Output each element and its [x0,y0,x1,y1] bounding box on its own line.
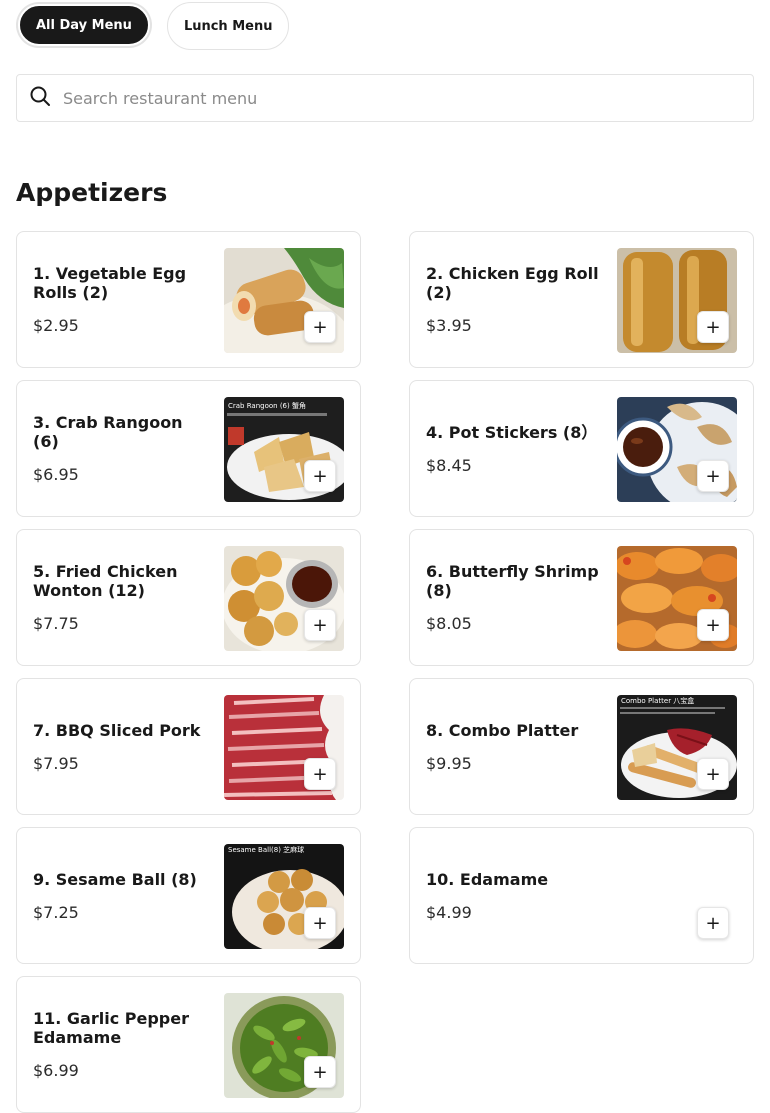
menu-item-card[interactable]: 10. Edamame $4.99 + [409,827,754,964]
menu-item-price: $2.95 [33,316,79,335]
menu-item-info: 2. Chicken Egg Roll (2) $3.95 [426,232,601,367]
menu-item-card[interactable]: 4. Pot Stickers (8） $8.45 + [409,380,754,517]
menu-item-name: 2. Chicken Egg Roll (2) [426,264,599,302]
menu-item-info: 9. Sesame Ball (8) $7.25 [33,828,208,963]
menu-item-price: $7.75 [33,614,79,633]
menu-item-image: + [224,546,344,651]
add-item-button[interactable]: + [304,609,336,641]
menu-item-name: 7. BBQ Sliced Pork [33,720,201,740]
menu-item-name: 1. Vegetable Egg Rolls (2) [33,264,187,302]
menu-item-name: 6. Butterfly Shrimp (8) [426,562,599,600]
image-caption: Sesame Ball(8) 芝麻球 [228,845,304,854]
menu-item-card[interactable]: 11. Garlic Pepper Edamame $6.99 + [16,976,361,1113]
menu-tabs: All Day Menu Lunch Menu [16,2,290,50]
menu-item-card[interactable]: 3. Crab Rangoon (6) $6.95 Crab Rangoon (… [16,380,361,517]
add-item-button[interactable]: + [304,1056,336,1088]
menu-item-info: 7. BBQ Sliced Pork $7.95 [33,679,208,814]
menu-item-card[interactable]: 6. Butterfly Shrimp (8) $8.05 + [409,529,754,666]
menu-item-name: 9. Sesame Ball (8) [33,869,197,889]
menu-item-image: + [617,546,737,651]
menu-item-info: 6. Butterfly Shrimp (8) $8.05 [426,530,601,665]
menu-item-card[interactable]: 9. Sesame Ball (8) $7.25 Sesame Ball(8) … [16,827,361,964]
tab-all-day-menu[interactable]: All Day Menu [18,4,150,46]
menu-item-info: 8. Combo Platter $9.95 [426,679,601,814]
menu-item-info: 5. Fried Chicken Wonton (12) $7.75 [33,530,208,665]
add-item-button[interactable]: + [697,609,729,641]
image-caption: Crab Rangoon (6) 蟹角 [228,401,306,410]
menu-item-price: $7.95 [33,753,79,773]
add-item-button[interactable]: + [697,311,729,343]
add-item-button[interactable]: + [697,460,729,492]
menu-item-card[interactable]: 2. Chicken Egg Roll (2) $3.95 + [409,231,754,368]
add-item-button[interactable]: + [304,460,336,492]
menu-item-image: + [617,397,737,502]
add-item-button[interactable]: + [304,311,336,343]
menu-item-card[interactable]: 7. BBQ Sliced Pork $7.95 + [16,678,361,815]
add-item-button[interactable]: + [304,758,336,790]
menu-item-price: $8.05 [426,614,472,633]
menu-item-price: $8.45 [426,455,472,475]
image-caption: Combo Platter 八宝盒 [621,696,694,705]
menu-item-image: Crab Rangoon (6) 蟹角 + [224,397,344,502]
add-item-button[interactable]: + [304,907,336,939]
menu-item-card[interactable]: 8. Combo Platter $9.95 Combo Platter 八宝盒… [409,678,754,815]
menu-item-info: 3. Crab Rangoon (6) $6.95 [33,381,208,516]
menu-item-image: Sesame Ball(8) 芝麻球 + [224,844,344,949]
menu-item-price: $6.95 [33,465,79,484]
menu-item-name: 4. Pot Stickers (8） [426,422,598,442]
add-item-button[interactable]: + [697,758,729,790]
menu-item-image: + [617,248,737,353]
tab-lunch-menu[interactable]: Lunch Menu [166,2,290,50]
menu-item-info: 1. Vegetable Egg Rolls (2) $2.95 [33,232,208,367]
menu-item-name: 8. Combo Platter [426,720,579,740]
menu-item-price: $4.99 [426,902,472,922]
section-title-appetizers: Appetizers [16,178,168,207]
menu-item-price: $3.95 [426,316,472,335]
search-icon [29,85,51,111]
search-bar [16,74,754,122]
menu-item-card[interactable]: 1. Vegetable Egg Rolls (2) $2.95 + [16,231,361,368]
menu-item-name: 5. Fried Chicken Wonton (12) [33,562,178,600]
menu-item-name: 11. Garlic Pepper Edamame [33,1009,189,1047]
search-input[interactable] [61,87,705,109]
menu-item-price: $9.95 [426,753,472,773]
menu-item-name: 10. Edamame [426,869,549,889]
menu-item-price: $6.99 [33,1061,79,1080]
menu-item-image: + [224,695,344,800]
menu-item-info: 10. Edamame $4.99 [426,828,601,963]
menu-item-image: + [224,248,344,353]
menu-item-info: 11. Garlic Pepper Edamame $6.99 [33,977,208,1112]
menu-item-price: $7.25 [33,902,79,922]
add-item-button[interactable]: + [697,907,729,939]
menu-item-image: + [224,993,344,1098]
menu-item-name: 3. Crab Rangoon (6) [33,413,183,451]
menu-item-info: 4. Pot Stickers (8） $8.45 [426,381,601,516]
menu-item-image: Combo Platter 八宝盒 + [617,695,737,800]
menu-item-card[interactable]: 5. Fried Chicken Wonton (12) $7.75 + [16,529,361,666]
